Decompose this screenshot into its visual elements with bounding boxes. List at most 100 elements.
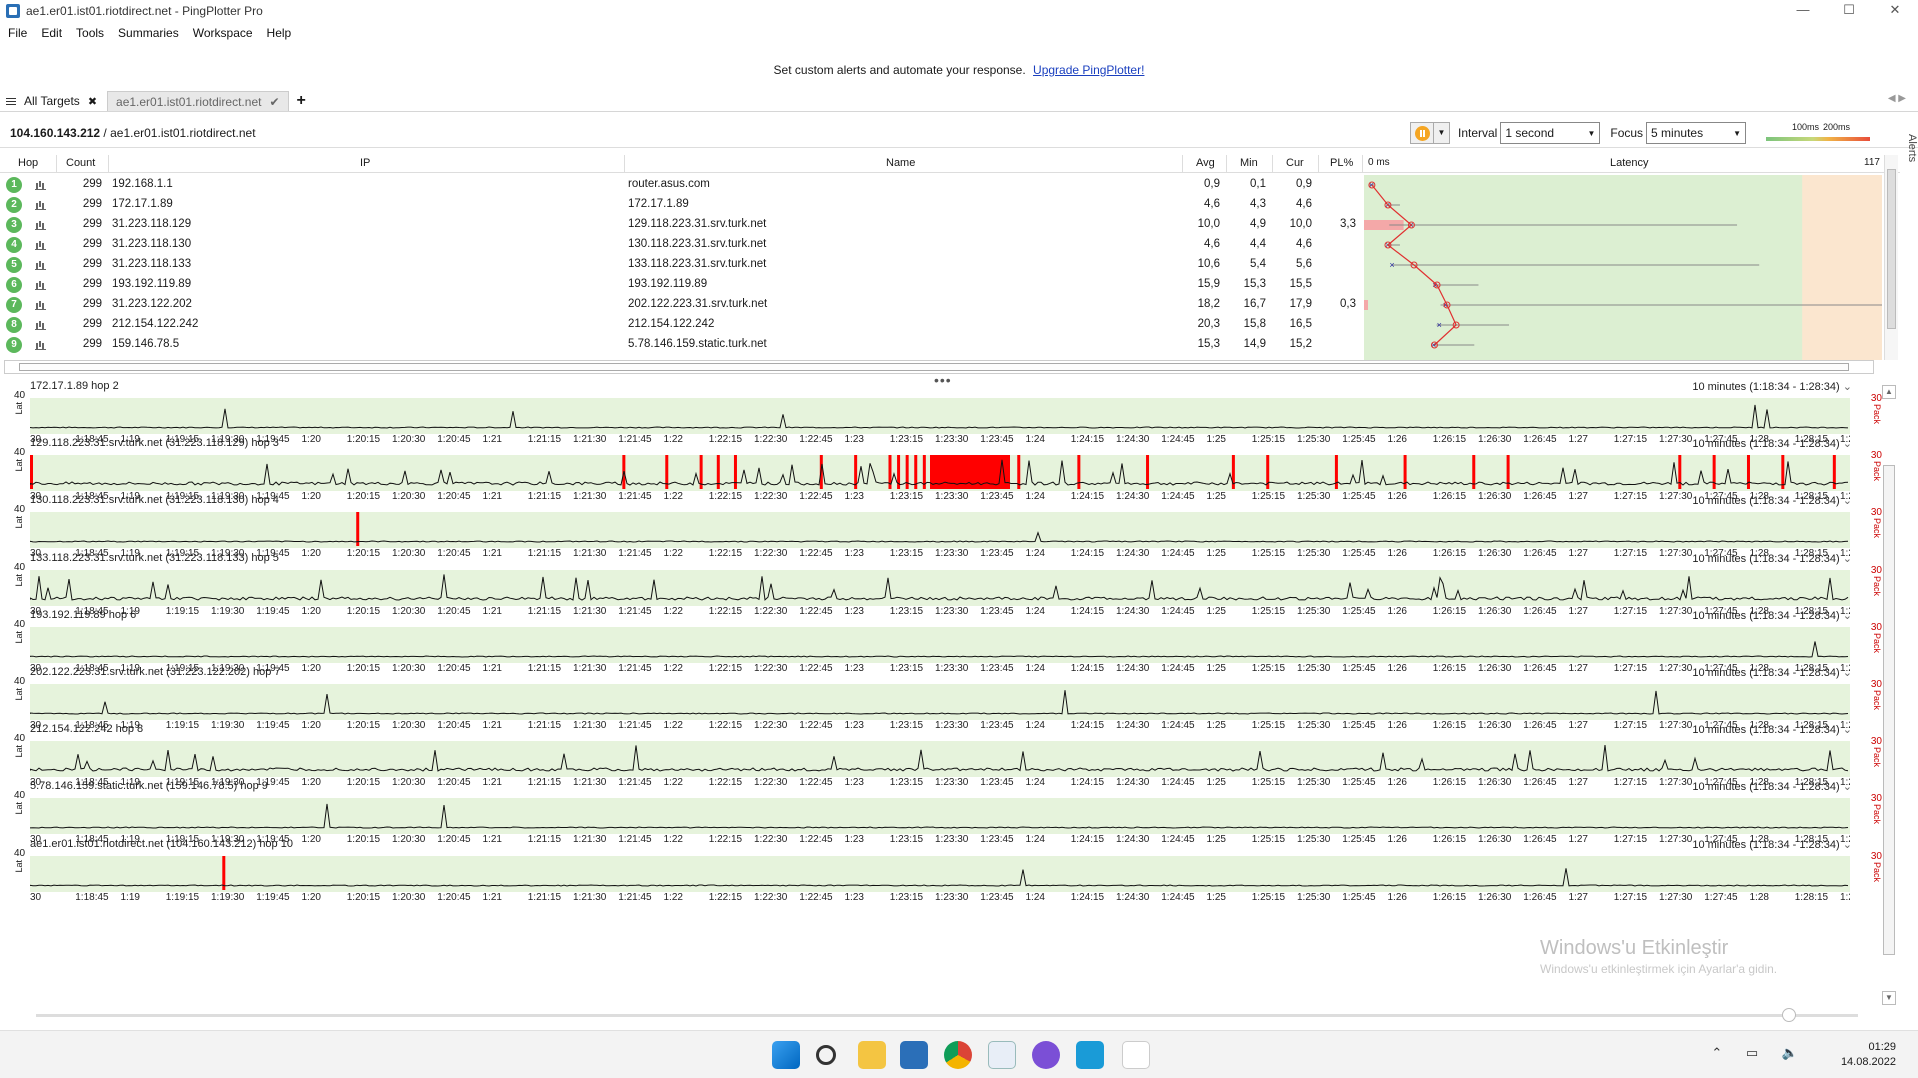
maximize-button[interactable]: ☐ xyxy=(1826,0,1872,22)
col-ip[interactable]: IP xyxy=(360,157,370,169)
scroll-thumb[interactable] xyxy=(19,363,1849,371)
graph-range-select[interactable]: 10 minutes (1:18:34 - 1:28:34) xyxy=(1692,780,1852,793)
col-min[interactable]: Min xyxy=(1240,157,1258,169)
cell-count: 299 xyxy=(82,338,102,350)
cell-min: 16,7 xyxy=(1243,298,1266,310)
cell-ip: 31.223.122.202 xyxy=(112,298,192,310)
y-axis-max-label: 40 xyxy=(14,847,26,859)
cell-count: 299 xyxy=(82,258,102,270)
scroll-up-icon[interactable]: ▲ xyxy=(1882,385,1896,399)
packet-loss-axis-label: Pack xyxy=(1872,575,1882,596)
latency-trace-chart: ××××××××× xyxy=(1364,175,1882,360)
bar-chart-icon[interactable] xyxy=(35,300,46,310)
tab-scroll-arrows-icon[interactable]: ◀ ▶ xyxy=(1888,93,1906,104)
col-hop[interactable]: Hop xyxy=(18,157,38,169)
packet-loss-axis-label: Pack xyxy=(1872,404,1882,425)
scroll-thumb[interactable] xyxy=(1887,169,1896,329)
upgrade-link[interactable]: Upgrade PingPlotter! xyxy=(1033,63,1144,77)
graph-range-select[interactable]: 10 minutes (1:18:34 - 1:28:34) xyxy=(1692,552,1852,565)
packet-loss-max-label: 30 xyxy=(1870,507,1882,519)
graphs-vertical-scrollbar[interactable]: ▲ ▼ xyxy=(1882,385,1896,1005)
timeline-slider[interactable] xyxy=(36,1008,1858,1022)
bar-chart-icon[interactable] xyxy=(35,200,46,210)
cell-cur: 17,9 xyxy=(1289,298,1312,310)
cell-min: 14,9 xyxy=(1243,338,1266,350)
col-cur[interactable]: Cur xyxy=(1286,157,1304,169)
hop-number-badge: 9 xyxy=(6,337,22,353)
y-axis-max-label: 40 xyxy=(14,790,26,802)
time-tick-label: 1:21:45 xyxy=(618,891,652,903)
close-button[interactable]: ✕ xyxy=(1872,0,1918,22)
pause-dropdown[interactable]: ▼ xyxy=(1434,122,1450,144)
bar-chart-icon[interactable] xyxy=(35,340,46,350)
minimize-button[interactable]: — xyxy=(1780,0,1826,22)
windows-start-icon[interactable] xyxy=(772,1041,800,1069)
col-avg[interactable]: Avg xyxy=(1196,157,1215,169)
graph-range-select[interactable]: 10 minutes (1:18:34 - 1:28:34) xyxy=(1692,723,1852,736)
store-icon[interactable] xyxy=(900,1041,928,1069)
tab-active-label: ae1.er01.ist01.riotdirect.net xyxy=(116,94,262,109)
time-tick-label: 30 xyxy=(30,891,42,903)
interval-select[interactable]: 1 second ▼ xyxy=(1500,122,1601,144)
col-name[interactable]: Name xyxy=(886,157,915,169)
bar-chart-icon[interactable] xyxy=(35,180,46,190)
add-tab-button[interactable]: + xyxy=(291,91,312,111)
table-vertical-scrollbar[interactable] xyxy=(1884,155,1898,360)
scroll-down-icon[interactable]: ▼ xyxy=(1882,991,1896,1005)
graph-range-select[interactable]: 10 minutes (1:18:34 - 1:28:34) xyxy=(1692,609,1852,622)
col-count[interactable]: Count xyxy=(66,157,95,169)
time-tick-label: 1:21:15 xyxy=(527,891,562,903)
monitor-app-icon[interactable] xyxy=(988,1041,1016,1069)
system-clock[interactable]: 01:29 14.08.2022 xyxy=(1841,1040,1896,1070)
alerts-side-tab[interactable]: Alerts xyxy=(1900,118,1918,178)
bar-chart-icon[interactable] xyxy=(35,240,46,250)
time-tick-label: 1:24 xyxy=(1025,891,1045,903)
y-axis-max-label: 40 xyxy=(14,676,26,687)
graph-range-select[interactable]: 10 minutes (1:18:34 - 1:28:34) xyxy=(1692,437,1852,450)
time-tick-label: 1:22:15 xyxy=(708,891,743,903)
timeline-slider-knob[interactable] xyxy=(1782,1008,1796,1022)
graph-range-select[interactable]: 10 minutes (1:18:34 - 1:28:34) xyxy=(1692,666,1852,679)
current-latency-marker: × xyxy=(1389,260,1394,270)
bar-chart-icon[interactable] xyxy=(35,260,46,270)
app-icon[interactable] xyxy=(1076,1041,1104,1069)
graph-range-select[interactable]: 10 minutes (1:18:34 - 1:28:34) xyxy=(1692,838,1852,851)
scroll-thumb[interactable] xyxy=(1883,465,1895,955)
file-explorer-icon[interactable] xyxy=(858,1041,886,1069)
pingplotter-taskbar-icon[interactable] xyxy=(1122,1041,1150,1069)
time-tick-label: 1:22:45 xyxy=(799,891,833,903)
menu-help[interactable]: Help xyxy=(267,26,292,40)
packet-loss-bar xyxy=(1781,455,1785,490)
latency-timeline-plot xyxy=(30,626,1850,663)
search-icon[interactable] xyxy=(816,1045,836,1065)
cell-ip: 212.154.122.242 xyxy=(112,318,199,330)
tab-all-targets[interactable]: All Targets ✖ xyxy=(0,91,105,111)
messenger-icon[interactable] xyxy=(1032,1041,1060,1069)
bar-chart-icon[interactable] xyxy=(35,220,46,230)
packet-loss-axis-label: Pack xyxy=(1872,632,1882,653)
system-tray-icons[interactable]: ⌃ ▭ 🔈 xyxy=(1711,1045,1808,1061)
menu-summaries[interactable]: Summaries xyxy=(118,26,179,40)
close-icon[interactable]: ✖ xyxy=(88,95,97,108)
menu-workspace[interactable]: Workspace xyxy=(193,26,253,40)
menu-file[interactable]: File xyxy=(8,26,27,40)
packet-loss-bar xyxy=(733,455,737,490)
menu-tools[interactable]: Tools xyxy=(76,26,104,40)
hop-timeline-graph[interactable]: ae1.er01.ist01.riotdirect.net (104.160.1… xyxy=(0,836,1918,906)
graph-range-select[interactable]: 10 minutes (1:18:34 - 1:28:34) xyxy=(1692,494,1852,507)
tab-active-target[interactable]: ae1.er01.ist01.riotdirect.net ✔ xyxy=(107,91,289,111)
bar-chart-icon[interactable] xyxy=(35,320,46,330)
time-tick-label: 1:27:30 xyxy=(1659,891,1693,903)
col-pl[interactable]: PL% xyxy=(1330,157,1353,169)
time-tick-label: 1:25:45 xyxy=(1342,891,1376,903)
menu-edit[interactable]: Edit xyxy=(41,26,62,40)
chrome-icon[interactable] xyxy=(944,1041,972,1069)
cell-min: 4,9 xyxy=(1250,218,1266,230)
latency-timeline-plot xyxy=(30,684,1850,720)
graph-range-select[interactable]: 10 minutes (1:18:34 - 1:28:34) xyxy=(1692,380,1852,393)
pause-button[interactable] xyxy=(1410,122,1434,144)
focus-select[interactable]: 5 minutes ▼ xyxy=(1646,122,1747,144)
cell-avg: 15,9 xyxy=(1197,278,1220,290)
time-tick-label: 1:22 xyxy=(663,891,683,903)
bar-chart-icon[interactable] xyxy=(35,280,46,290)
